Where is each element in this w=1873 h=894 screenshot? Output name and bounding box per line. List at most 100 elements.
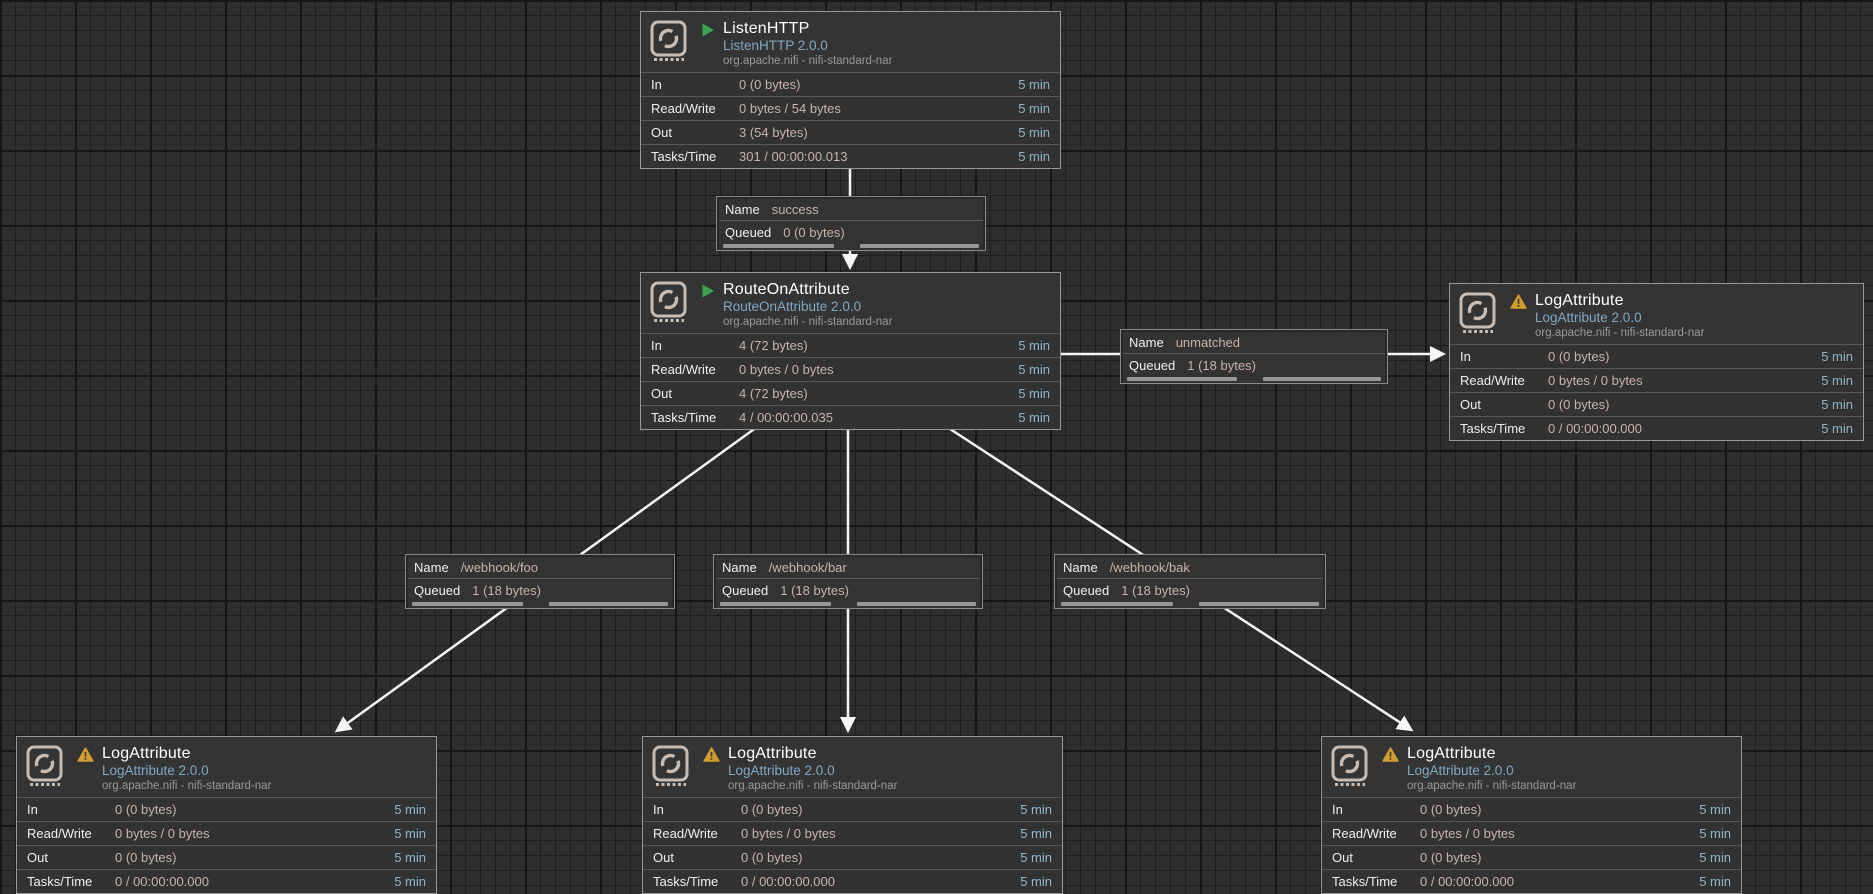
stat-value: 0 bytes / 0 bytes <box>1548 373 1821 388</box>
stat-time-window: 5 min <box>1018 362 1050 377</box>
backpressure-size-bar <box>1263 377 1381 381</box>
processor-stamp-icon <box>1330 744 1370 790</box>
stat-time-window: 5 min <box>1821 421 1853 436</box>
connection-name-value: success <box>772 202 819 217</box>
stat-time-window: 5 min <box>1018 77 1050 92</box>
stat-time-window: 5 min <box>1020 826 1052 841</box>
stat-time-window: 5 min <box>1699 874 1731 889</box>
stat-value: 0 (0 bytes) <box>1548 397 1821 412</box>
processor-type-version: LogAttribute 2.0.0 <box>1535 310 1853 326</box>
stat-value: 0 bytes / 0 bytes <box>741 826 1020 841</box>
stat-label: Tasks/Time <box>651 410 739 425</box>
processor-stat-row: Tasks/Time 301 / 00:00:00.013 5 min <box>641 144 1060 168</box>
run-status-running-icon <box>701 22 715 38</box>
processor-stat-row: Read/Write 0 bytes / 0 bytes 5 min <box>1322 821 1741 845</box>
connection-queued-value: 1 (18 bytes) <box>780 583 849 598</box>
processor-route-on-attribute[interactable]: RouteOnAttribute RouteOnAttribute 2.0.0 … <box>640 272 1061 430</box>
connection-queued-value: 1 (18 bytes) <box>1187 358 1256 373</box>
backpressure-bars <box>408 601 672 608</box>
connection-name-row: Name /webhook/bak <box>1057 557 1323 579</box>
connection-queued-row: Queued 1 (18 bytes) <box>716 579 980 601</box>
stat-value: 0 / 00:00:00.000 <box>1548 421 1821 436</box>
processor-stat-row: In 0 (0 bytes) 5 min <box>17 797 436 821</box>
stat-time-window: 5 min <box>1018 101 1050 116</box>
stat-label: Tasks/Time <box>1460 421 1548 436</box>
connection-name-key: Name <box>414 560 449 575</box>
warning-icon <box>703 747 720 762</box>
processor-log-attribute-bar[interactable]: LogAttribute LogAttribute 2.0.0 org.apac… <box>642 736 1063 894</box>
processor-stamp-icon <box>1458 291 1498 337</box>
stat-value: 0 (0 bytes) <box>115 850 394 865</box>
backpressure-object-bar <box>1127 377 1237 381</box>
processor-stat-row: In 0 (0 bytes) 5 min <box>1450 344 1863 368</box>
backpressure-object-bar <box>1061 602 1173 606</box>
processor-type-version: ListenHTTP 2.0.0 <box>723 38 1050 54</box>
processor-type-version: LogAttribute 2.0.0 <box>728 763 1052 779</box>
stat-value: 0 (0 bytes) <box>115 802 394 817</box>
processor-log-attribute-foo[interactable]: LogAttribute LogAttribute 2.0.0 org.apac… <box>16 736 437 894</box>
warning-icon <box>1510 294 1527 309</box>
warning-icon <box>77 747 94 762</box>
processor-log-attribute-unmatched[interactable]: LogAttribute LogAttribute 2.0.0 org.apac… <box>1449 283 1864 441</box>
connection-label-unmatched[interactable]: Name unmatched Queued 1 (18 bytes) <box>1120 329 1388 384</box>
connection-queued-value: 0 (0 bytes) <box>783 225 844 240</box>
stat-value: 0 / 00:00:00.000 <box>1420 874 1699 889</box>
processor-title: LogAttribute <box>728 744 1052 763</box>
connection-queued-value: 1 (18 bytes) <box>1121 583 1190 598</box>
stat-value: 0 bytes / 0 bytes <box>739 362 1018 377</box>
stat-value: 4 (72 bytes) <box>739 386 1018 401</box>
connection-queued-key: Queued <box>414 583 460 598</box>
stat-time-window: 5 min <box>1018 338 1050 353</box>
processor-title: ListenHTTP <box>723 19 1050 38</box>
connection-label-webhook-bar[interactable]: Name /webhook/bar Queued 1 (18 bytes) <box>713 554 983 609</box>
stat-value: 301 / 00:00:00.013 <box>739 149 1018 164</box>
processor-log-attribute-bak[interactable]: LogAttribute LogAttribute 2.0.0 org.apac… <box>1321 736 1742 894</box>
processor-stat-row: Read/Write 0 bytes / 0 bytes 5 min <box>641 357 1060 381</box>
processor-title: RouteOnAttribute <box>723 280 1050 299</box>
processor-title: LogAttribute <box>1535 291 1853 310</box>
processor-header: LogAttribute LogAttribute 2.0.0 org.apac… <box>1450 284 1863 344</box>
stat-label: Out <box>27 850 115 865</box>
stat-value: 0 (0 bytes) <box>1420 850 1699 865</box>
backpressure-bars <box>1123 376 1385 383</box>
connection-name-value: unmatched <box>1176 335 1240 350</box>
stat-label: Out <box>1332 850 1420 865</box>
processor-header: RouteOnAttribute RouteOnAttribute 2.0.0 … <box>641 273 1060 333</box>
connection-name-row: Name /webhook/foo <box>408 557 672 579</box>
processor-stat-row: Read/Write 0 bytes / 0 bytes 5 min <box>1450 368 1863 392</box>
processor-stat-row: Read/Write 0 bytes / 0 bytes 5 min <box>643 821 1062 845</box>
processor-stat-row: Tasks/Time 0 / 00:00:00.000 5 min <box>17 869 436 893</box>
processor-stat-row: In 0 (0 bytes) 5 min <box>641 72 1060 96</box>
stat-time-window: 5 min <box>1018 149 1050 164</box>
processor-stamp-icon <box>651 744 691 790</box>
connection-name-row: Name /webhook/bar <box>716 557 980 579</box>
connection-label-webhook-bak[interactable]: Name /webhook/bak Queued 1 (18 bytes) <box>1054 554 1326 609</box>
stat-label: Out <box>653 850 741 865</box>
processor-stat-row: Tasks/Time 0 / 00:00:00.000 5 min <box>1450 416 1863 440</box>
stat-label: Out <box>651 386 739 401</box>
processor-header: LogAttribute LogAttribute 2.0.0 org.apac… <box>17 737 436 797</box>
processor-listen-http[interactable]: ListenHTTP ListenHTTP 2.0.0 org.apache.n… <box>640 11 1061 169</box>
backpressure-bars <box>719 243 983 250</box>
processor-bundle: org.apache.nifi - nifi-standard-nar <box>723 54 1050 69</box>
processor-stat-row: In 0 (0 bytes) 5 min <box>643 797 1062 821</box>
stat-label: Tasks/Time <box>27 874 115 889</box>
processor-header: LogAttribute LogAttribute 2.0.0 org.apac… <box>1322 737 1741 797</box>
stat-label: Tasks/Time <box>651 149 739 164</box>
stat-time-window: 5 min <box>1821 373 1853 388</box>
flow-canvas[interactable]: ListenHTTP ListenHTTP 2.0.0 org.apache.n… <box>0 0 1873 894</box>
processor-stat-row: In 4 (72 bytes) 5 min <box>641 333 1060 357</box>
stat-time-window: 5 min <box>1018 125 1050 140</box>
connection-label-success[interactable]: Name success Queued 0 (0 bytes) <box>716 196 986 251</box>
processor-stamp-icon <box>25 744 65 790</box>
connection-queued-value: 1 (18 bytes) <box>472 583 541 598</box>
connection-queued-row: Queued 1 (18 bytes) <box>1123 354 1385 376</box>
connection-label-webhook-foo[interactable]: Name /webhook/foo Queued 1 (18 bytes) <box>405 554 675 609</box>
stat-label: Tasks/Time <box>653 874 741 889</box>
processor-stamp-icon <box>649 19 689 65</box>
processor-stat-row: Read/Write 0 bytes / 54 bytes 5 min <box>641 96 1060 120</box>
connection-name-value: /webhook/bak <box>1110 560 1190 575</box>
stat-label: Read/Write <box>27 826 115 841</box>
connection-queued-row: Queued 0 (0 bytes) <box>719 221 983 243</box>
stat-value: 0 (0 bytes) <box>739 77 1018 92</box>
